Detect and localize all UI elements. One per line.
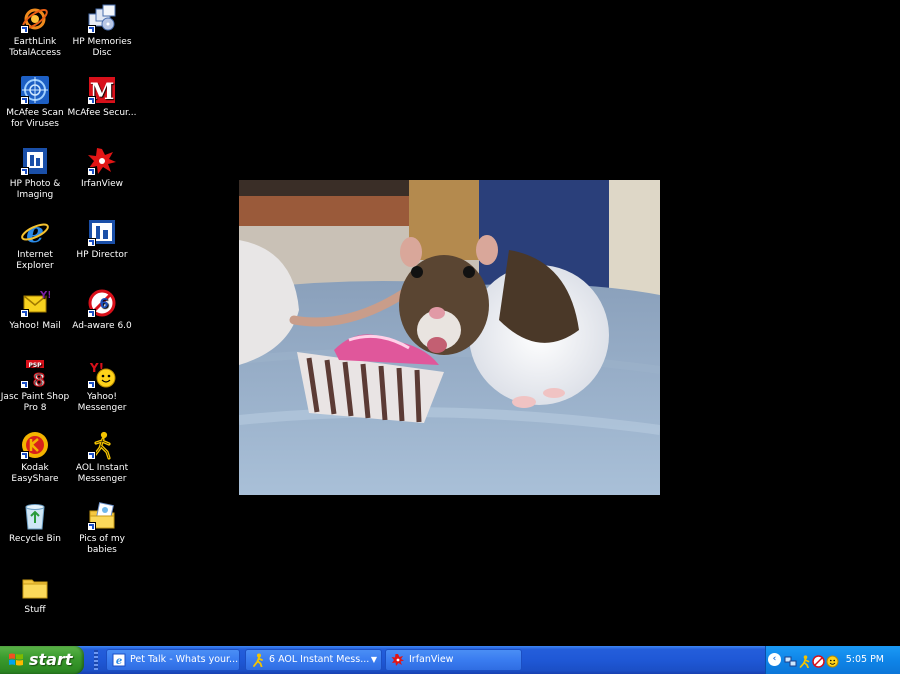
- kodak-icon: [20, 430, 50, 460]
- desktop-icon-label: Stuff: [24, 605, 46, 615]
- desktop-icon-earthlink[interactable]: EarthLink TotalAccess: [0, 2, 70, 59]
- desktop-icon-label: Jasc Paint Shop Pro 8: [0, 392, 70, 413]
- svg-text:Y!: Y!: [39, 290, 50, 301]
- yahoo-tray-icon[interactable]: [826, 653, 839, 668]
- taskbar-button-aol-instant-messenger[interactable]: 6 AOL Instant Mess... ▼: [245, 649, 382, 671]
- picture-folder-icon: [87, 501, 117, 531]
- start-label: start: [29, 650, 73, 669]
- desktop-icon-hp-director[interactable]: HP Director: [67, 215, 137, 261]
- mcafee-scan-icon: [20, 75, 50, 105]
- network-icon[interactable]: [784, 653, 797, 667]
- taskbar-button-label: IrfanView: [409, 654, 454, 665]
- hp-memories-icon: [87, 4, 117, 34]
- paint-shop-pro-icon: PSP 8: [20, 359, 50, 392]
- desktop-icon-label: HP Memories Disc: [72, 37, 132, 58]
- taskbar-grip[interactable]: [94, 650, 98, 670]
- desktop-icon-label: AOL Instant Messenger: [75, 463, 129, 484]
- desktop-icon-label: EarthLink TotalAccess: [9, 37, 61, 58]
- taskbar-button-irfanview[interactable]: IrfanView: [385, 649, 522, 671]
- desktop-icon-adaware[interactable]: 6 Ad-aware 6.0: [67, 286, 137, 332]
- svg-text:6: 6: [99, 297, 108, 312]
- internet-explorer-icon: e: [20, 216, 50, 249]
- taskbar-button-label: 6 AOL Instant Mess...: [269, 654, 370, 665]
- irfanview-icon: [391, 653, 405, 667]
- aim-tray-icon[interactable]: [798, 653, 811, 669]
- folder-icon: [20, 572, 50, 602]
- desktop: EarthLink TotalAccess McAfee Scan for Vi…: [0, 0, 900, 646]
- desktop-icon-label: HP Photo & Imaging: [9, 179, 61, 200]
- yahoo-mail-icon: Y!: [20, 288, 52, 318]
- windows-flag-icon: [8, 652, 24, 668]
- desktop-icon-irfanview[interactable]: IrfanView: [67, 144, 137, 190]
- desktop-icon-label: HP Director: [76, 250, 128, 260]
- desktop-icon-label: Yahoo! Messenger: [77, 392, 127, 413]
- mcafee-security-icon: M: [87, 75, 117, 105]
- svg-text:8: 8: [33, 370, 46, 389]
- desktop-icon-recycle-bin[interactable]: Recycle Bin: [0, 499, 70, 545]
- desktop-icon-hp-photo[interactable]: HP Photo & Imaging: [0, 144, 70, 201]
- desktop-icon-label: Ad-aware 6.0: [72, 321, 132, 331]
- hp-director-icon: [87, 217, 117, 247]
- adaware-icon: 6: [87, 288, 117, 318]
- desktop-icon-label: Internet Explorer: [16, 250, 54, 271]
- hp-photo-icon: [20, 146, 50, 176]
- desktop-icon-pics-of-my-babies[interactable]: Pics of my babies: [67, 499, 137, 556]
- taskbar: start e Pet Talk - Whats your... 6 AOL I…: [0, 646, 900, 674]
- desktop-icon-yahoo-mail[interactable]: Y! Yahoo! Mail: [0, 286, 70, 332]
- svg-text:e: e: [26, 217, 44, 247]
- aol-aim-icon: [87, 430, 117, 460]
- desktop-icon-label: McAfee Scan for Viruses: [6, 108, 64, 129]
- taskbar-button-pet-talk[interactable]: e Pet Talk - Whats your...: [106, 649, 240, 671]
- desktop-icon-label: Pics of my babies: [79, 534, 125, 555]
- start-button[interactable]: start: [0, 646, 84, 674]
- antivirus-tray-icon[interactable]: [812, 653, 825, 668]
- svg-text:e: e: [116, 656, 122, 667]
- yahoo-messenger-icon: Y!: [87, 359, 117, 389]
- desktop-icon-mcafee-security[interactable]: M McAfee Secur...: [67, 73, 137, 119]
- desktop-icon-label: IrfanView: [80, 179, 124, 189]
- desktop-icon-stuff[interactable]: Stuff: [0, 570, 70, 616]
- system-tray: ‹ 5:05 PM: [765, 646, 900, 674]
- desktop-icon-label: Yahoo! Mail: [9, 321, 61, 331]
- desktop-photo: [239, 180, 660, 495]
- taskbar-group-dropdown[interactable]: ▼: [371, 650, 377, 670]
- show-hidden-icons-button[interactable]: ‹: [768, 653, 781, 666]
- ie-page-icon: e: [112, 653, 126, 667]
- earthlink-icon: [20, 4, 50, 34]
- desktop-icon-hp-memories[interactable]: HP Memories Disc: [67, 2, 137, 59]
- desktop-icon-kodak[interactable]: Kodak EasyShare: [0, 428, 70, 485]
- desktop-icon-label: Recycle Bin: [9, 534, 61, 544]
- desktop-icon-label: McAfee Secur...: [67, 108, 137, 118]
- desktop-icon-paint-shop-pro[interactable]: PSP 8 Jasc Paint Shop Pro 8: [0, 357, 70, 414]
- irfanview-icon: [87, 146, 117, 176]
- taskbar-button-label: Pet Talk - Whats your...: [130, 654, 239, 665]
- aim-running-man-icon: [251, 653, 265, 668]
- svg-text:PSP: PSP: [28, 362, 42, 369]
- desktop-icon-yahoo-messenger[interactable]: Y! Yahoo! Messenger: [67, 357, 137, 414]
- recycle-bin-icon: [20, 501, 50, 531]
- desktop-icon-label: Kodak EasyShare: [11, 463, 59, 484]
- desktop-icon-internet-explorer[interactable]: e Internet Explorer: [0, 215, 70, 272]
- taskbar-clock[interactable]: 5:05 PM: [846, 654, 884, 665]
- desktop-icon-aol-aim[interactable]: AOL Instant Messenger: [67, 428, 137, 485]
- desktop-icon-mcafee-scan[interactable]: McAfee Scan for Viruses: [0, 73, 70, 130]
